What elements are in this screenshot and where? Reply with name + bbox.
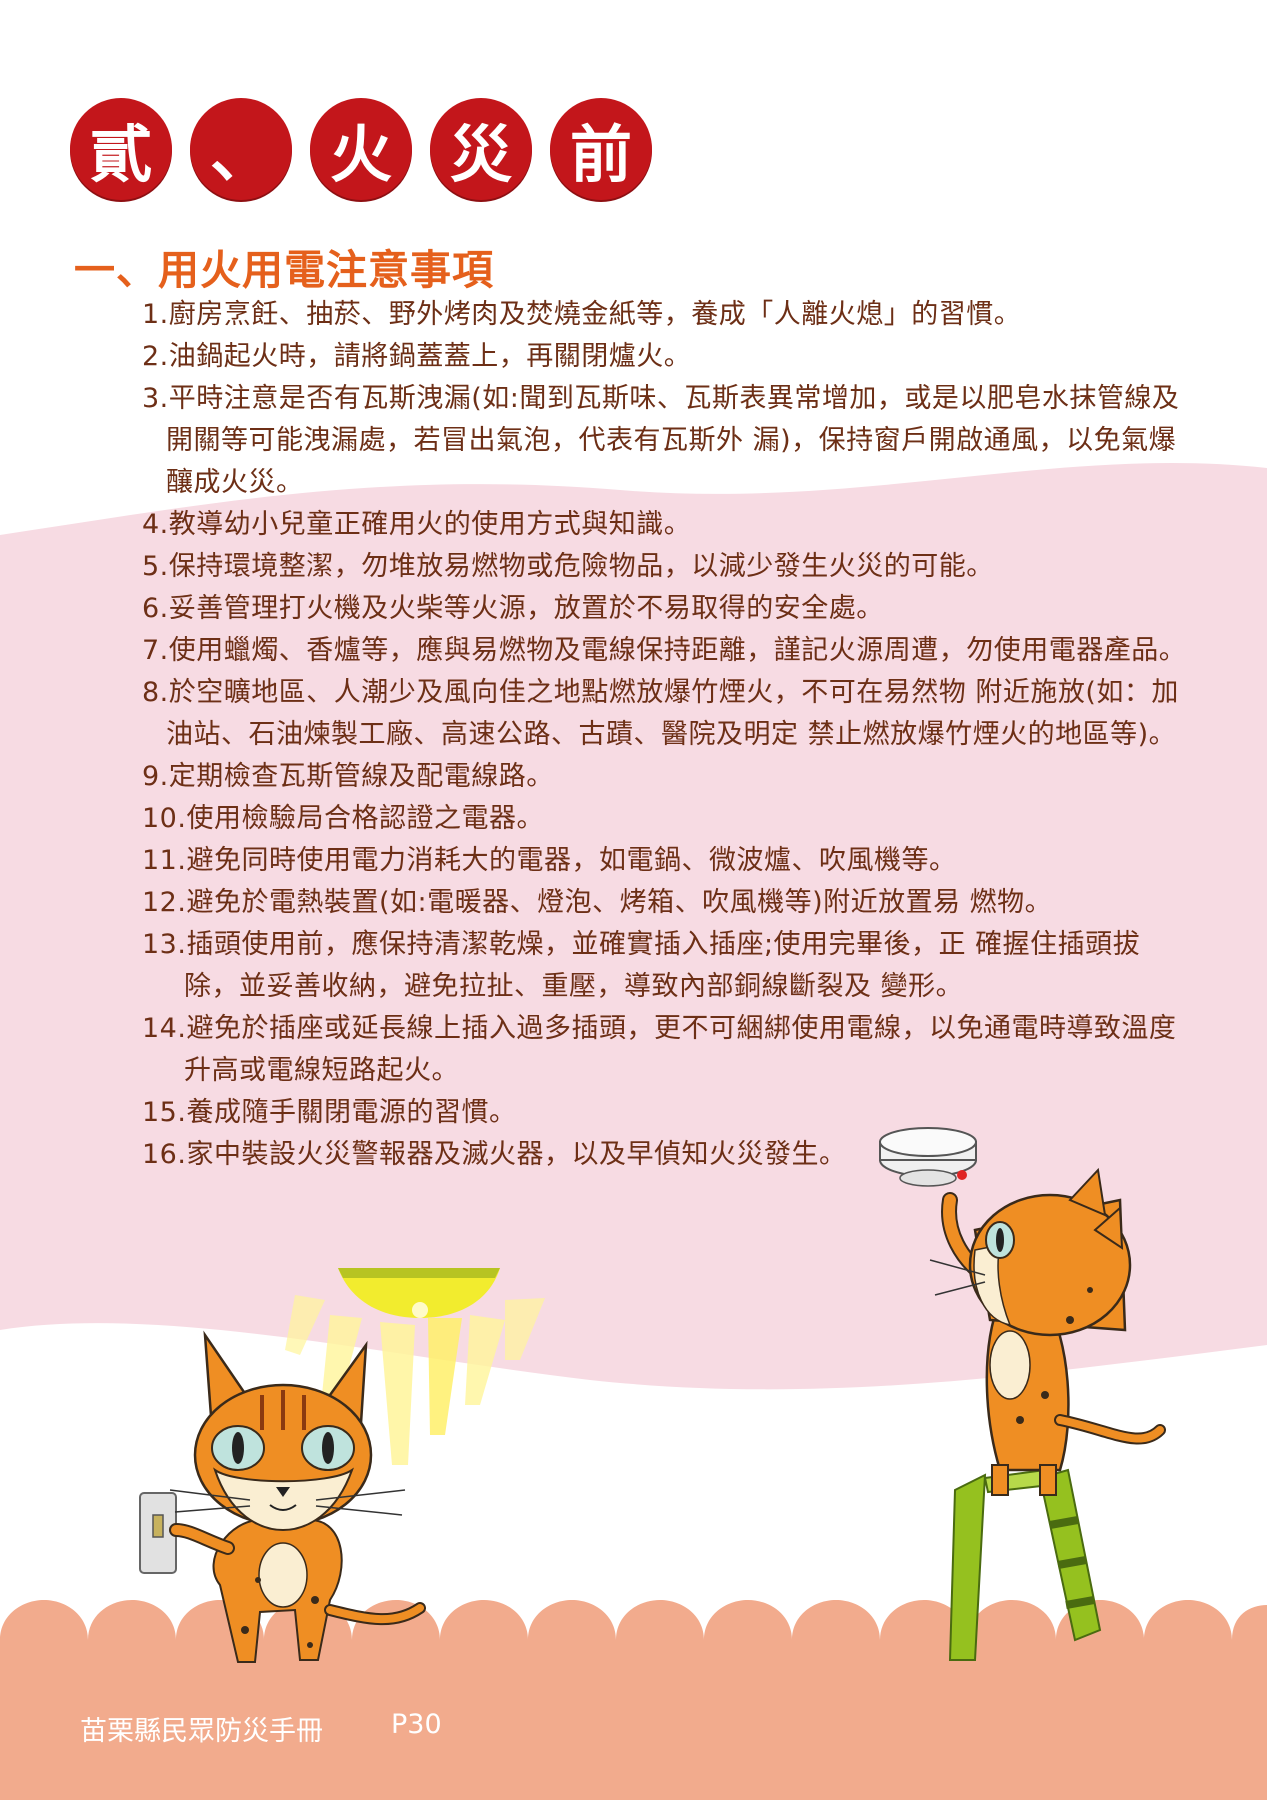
list-item: 13.插頭使用前，應保持清潔乾燥，並確實插入插座;使用完畢後，正 確握住插頭拔除…	[142, 929, 1141, 1002]
list-item: 4.教導幼小兒童正確用火的使用方式與知識。	[142, 509, 692, 540]
title-char: 災	[430, 98, 532, 200]
title-char: 火	[310, 98, 412, 200]
list-item: 14.避免於插座或延長線上插入過多插頭，更不可綑綁使用電線，以免通電時導致溫度升…	[142, 1013, 1177, 1086]
footer-book-title: 苗栗縣民眾防災手冊	[80, 1716, 323, 1747]
section-heading: 一、用火用電注意事項	[74, 246, 494, 294]
page-title: 貳 、 火 災 前	[70, 98, 652, 200]
list-item: 16.家中裝設火災警報器及滅火器，以及早偵知火災發生。	[142, 1139, 847, 1170]
page-footer: 苗栗縣民眾防災手冊 P30	[80, 1709, 442, 1748]
list-item: 7.使用蠟燭、香爐等，應與易燃物及電線保持距離，謹記火源周遭，勿使用電器產品。	[142, 635, 1187, 666]
cat-switch-icon	[139, 1330, 426, 1663]
list-item: 8.於空曠地區、人潮少及風向佳之地點燃放爆竹煙火，不可在易然物 附近施放(如：加…	[142, 677, 1179, 750]
cat-ladder-icon	[929, 1167, 1166, 1496]
ladder-icon	[948, 1468, 1102, 1661]
footer-page-number: P30	[391, 1709, 442, 1740]
title-char: 貳	[70, 98, 172, 200]
title-char: 前	[550, 98, 652, 200]
title-char: 、	[190, 98, 292, 200]
list-item: 10.使用檢驗局合格認證之電器。	[142, 803, 544, 834]
list-item: 2.油鍋起火時，請將鍋蓋蓋上，再關閉爐火。	[142, 341, 692, 372]
list-item: 12.避免於電熱裝置(如:電暖器、燈泡、烤箱、吹風機等)附近放置易 燃物。	[142, 887, 1053, 918]
list-item: 9.定期檢查瓦斯管線及配電線路。	[142, 761, 554, 792]
list-item: 6.妥善管理打火機及火柴等火源，放置於不易取得的安全處。	[142, 593, 884, 624]
list-item: 3.平時注意是否有瓦斯洩漏(如:聞到瓦斯味、瓦斯表異常增加，或是以肥皂水抹管線及…	[142, 383, 1180, 498]
list-item: 1.廚房烹飪、抽菸、野外烤肉及焚燒金紙等，養成「人離火熄」的習慣。	[142, 299, 1022, 330]
list-item: 5.保持環境整潔，勿堆放易燃物或危險物品，以減少發生火災的可能。	[142, 551, 994, 582]
list-item: 15.養成隨手關閉電源的習慣。	[142, 1097, 517, 1128]
list-item: 11.避免同時使用電力消耗大的電器，如電鍋、微波爐、吹風機等。	[142, 845, 957, 876]
safety-item-list: 1.廚房烹飪、抽菸、野外烤肉及焚燒金紙等，養成「人離火熄」的習慣。 2.油鍋起火…	[142, 294, 1192, 1176]
